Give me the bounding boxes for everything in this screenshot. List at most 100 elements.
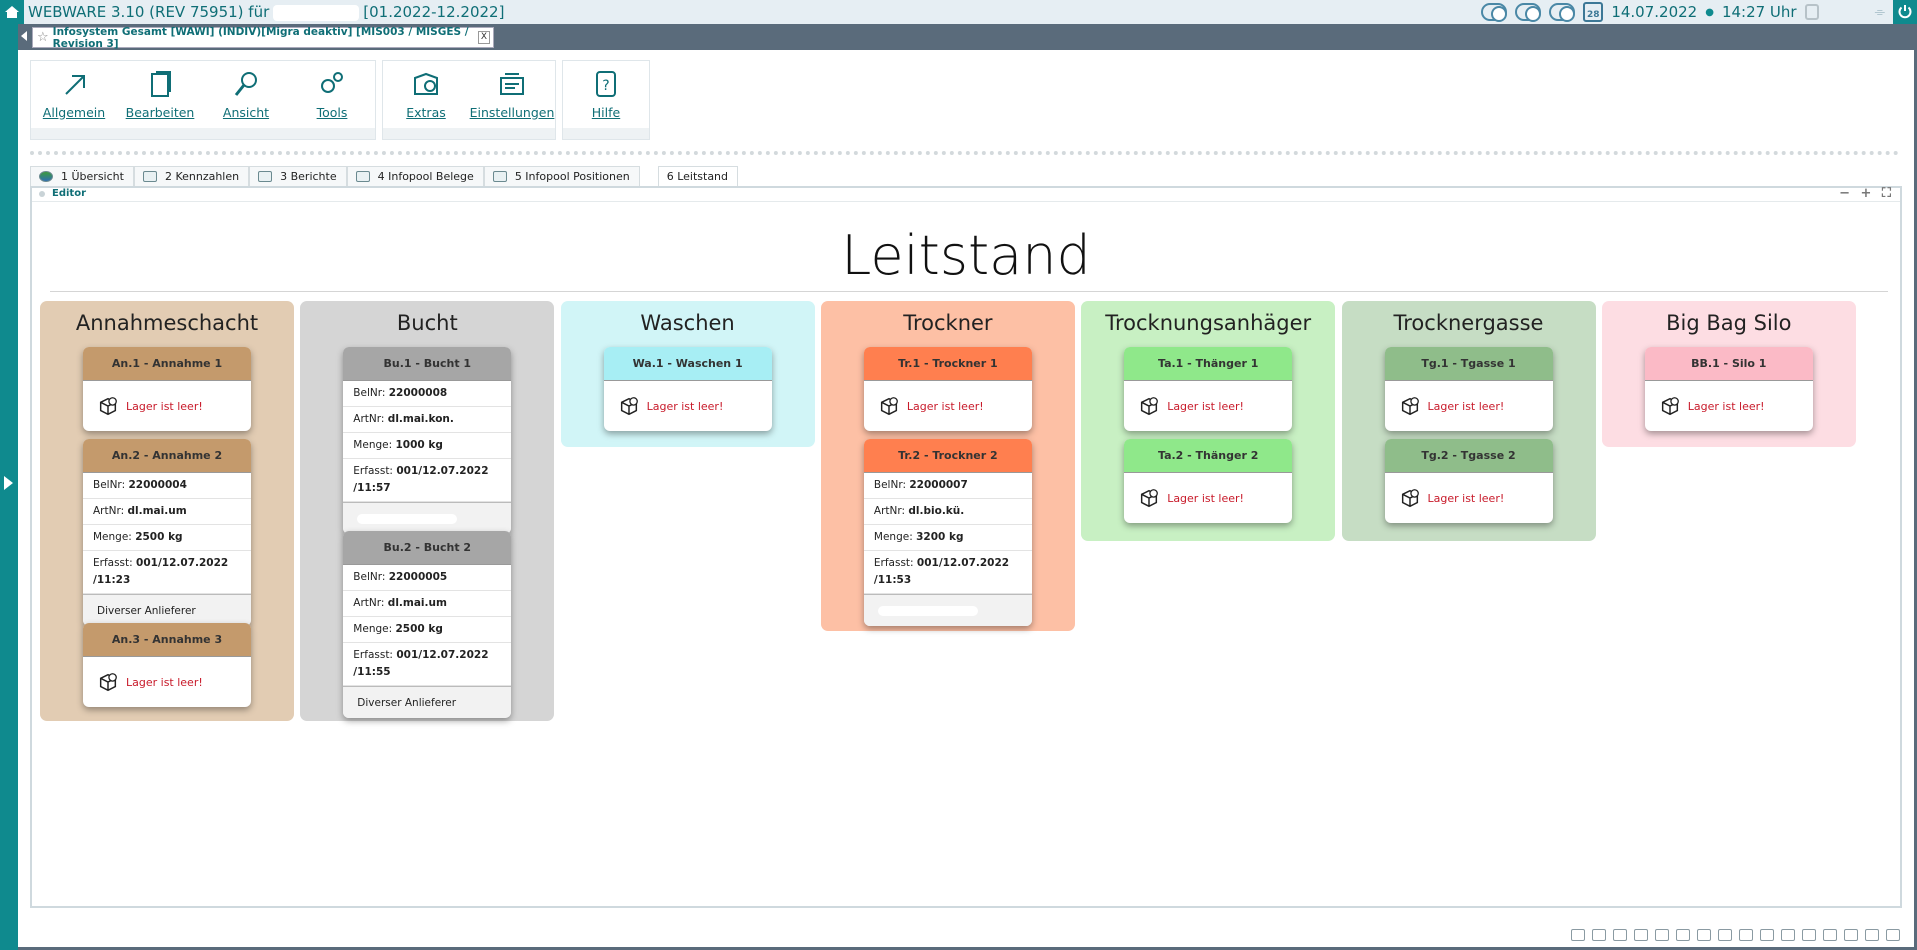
supplier-footer: Diverser Anlieferer xyxy=(343,686,512,718)
ribbon-allgemein-button[interactable]: Allgemein xyxy=(31,61,117,139)
station-card-title: Tr.2 - Trockner 2 xyxy=(863,439,1032,473)
collapse-arrow-icon[interactable] xyxy=(21,31,27,41)
station-card[interactable]: Ta.1 - Thänger 1 Lager ist leer! xyxy=(1124,347,1293,431)
document-tab-title: Infosystem Gesamt [WAWI] (INDIV)[Migra d… xyxy=(52,25,469,50)
status-tool-icon[interactable] xyxy=(1823,929,1837,941)
lane-trocknergasse: Trocknergasse Tg.1 - Tgasse 1 Lager ist le… xyxy=(1341,301,1596,541)
field-value: dl.mai.kon. xyxy=(387,413,454,425)
status-tool-icon[interactable] xyxy=(1844,929,1858,941)
lane-title: Trockner xyxy=(903,311,993,335)
panel-window-controls[interactable]: − + ⛶ xyxy=(1839,186,1894,201)
field-erfasst: Erfasst: 001/12.07.2022 /11:23 xyxy=(83,551,251,594)
station-card[interactable]: An.3 - Annahme 3 Lager ist leer! xyxy=(83,623,251,707)
subtab-label: 4 Infopool Belege xyxy=(377,170,474,183)
subtab-2[interactable]: 2 Kennzahlen xyxy=(133,166,250,186)
ribbon-tools-button[interactable]: Tools xyxy=(289,61,375,139)
subtab-6[interactable]: 6 Leitstand xyxy=(657,166,739,186)
star-icon[interactable]: ☆ xyxy=(37,30,49,45)
field-label: BelNr: xyxy=(353,571,386,583)
status-tool-icon[interactable] xyxy=(1781,929,1795,941)
field-label: Erfasst: xyxy=(353,465,393,477)
ribbon-extras-button[interactable]: Extras xyxy=(383,61,469,139)
field-belnr: BelNr: 22000007 xyxy=(863,473,1032,499)
close-tab-button[interactable]: X xyxy=(478,31,490,44)
document-tab[interactable]: ☆ Infosystem Gesamt [WAWI] (INDIV)[Migra… xyxy=(32,25,494,50)
status-tool-icon[interactable] xyxy=(1802,929,1816,941)
field-label: Erfasst: xyxy=(353,649,393,661)
panel-header: Editor − + ⛶ xyxy=(32,186,1900,202)
subtab-3[interactable]: 3 Berichte xyxy=(249,166,347,186)
subtab-4[interactable]: 4 Infopool Belege xyxy=(346,166,484,186)
subtab-1[interactable]: 1 Übersicht xyxy=(30,166,134,186)
field-menge: Menge: 3200 kg xyxy=(863,525,1032,551)
toggle-icon[interactable] xyxy=(1515,3,1542,22)
station-card[interactable]: BB.1 - Silo 1 Lager ist leer! xyxy=(1644,347,1813,431)
status-tool-icon[interactable] xyxy=(1760,929,1774,941)
station-card[interactable]: Bu.1 - Bucht 1 BelNr: 22000008 ArtNr: dl.m… xyxy=(343,347,512,534)
status-tool-icon[interactable] xyxy=(1571,929,1585,941)
power-icon[interactable] xyxy=(1893,0,1917,24)
expand-arrow-icon[interactable] xyxy=(4,476,13,490)
station-card[interactable]: Wa.1 - Waschen 1 Lager ist leer! xyxy=(603,347,772,431)
station-card-title: BB.1 - Silo 1 xyxy=(1644,347,1813,381)
field-label: ArtNr: xyxy=(353,413,385,425)
ribbon-label: Einstellungen xyxy=(469,105,555,120)
ribbon-ansicht-button[interactable]: Ansicht xyxy=(203,61,289,139)
toggle-icon[interactable] xyxy=(1481,3,1508,22)
field-value: 2500 kg xyxy=(135,531,183,543)
status-tool-icon[interactable] xyxy=(1886,929,1900,941)
station-card-title: Tg.2 - Tgasse 2 xyxy=(1384,439,1553,473)
status-tool-icon[interactable] xyxy=(1739,929,1753,941)
station-card[interactable]: Tr.1 - Trockner 1 Lager ist leer! xyxy=(863,347,1032,431)
status-tool-icon[interactable] xyxy=(1613,929,1627,941)
ribbon-label: Allgemein xyxy=(42,105,106,120)
field-erfasst: Erfasst: 001/12.07.2022 /11:53 xyxy=(863,551,1032,594)
status-tool-icon[interactable] xyxy=(1718,929,1732,941)
ribbon-bearbeiten-button[interactable]: Bearbeiten xyxy=(117,61,203,139)
status-tool-icon[interactable] xyxy=(1592,929,1606,941)
subtab-5[interactable]: 5 Infopool Positionen xyxy=(483,166,640,186)
calendar-icon[interactable]: 28 xyxy=(1583,2,1604,22)
ribbon-hilfe-button[interactable]: ? Hilfe xyxy=(563,61,649,139)
station-card[interactable]: An.1 - Annahme 1 Lager ist leer! xyxy=(83,347,251,431)
empty-stock-message: Lager ist leer! xyxy=(83,381,251,431)
station-card[interactable]: Ta.2 - Thänger 2 Lager ist leer! xyxy=(1124,439,1293,523)
supplier-footer xyxy=(863,594,1032,626)
box-icon xyxy=(99,673,117,692)
lock-icon[interactable] xyxy=(1804,4,1819,20)
home-icon[interactable] xyxy=(0,0,24,24)
separator-dot-icon: ● xyxy=(1705,6,1714,18)
field-label: Menge: xyxy=(353,439,393,451)
empty-stock-message: Lager ist leer! xyxy=(604,381,772,431)
station-card-title: Wa.1 - Waschen 1 xyxy=(603,347,772,381)
station-card[interactable]: Bu.2 - Bucht 2 BelNr: 22000005 ArtNr: dl.m… xyxy=(343,531,512,718)
station-card[interactable]: Tg.1 - Tgasse 1 Lager ist leer! xyxy=(1384,347,1553,431)
empty-text: Lager ist leer! xyxy=(126,399,203,413)
supplier-name: Diverser Anlieferer xyxy=(357,696,457,709)
field-label: BelNr: xyxy=(353,387,386,399)
field-label: Erfasst: xyxy=(873,557,914,569)
magnifier-icon xyxy=(234,72,257,96)
panel-label: Editor xyxy=(52,188,86,199)
field-label: Menge: xyxy=(873,531,913,543)
subtab-label: 5 Infopool Positionen xyxy=(514,170,630,183)
station-card[interactable]: Tr.2 - Trockner 2 BelNr: 22000007 ArtNr: d… xyxy=(863,439,1032,626)
toggle-icon[interactable] xyxy=(1549,3,1576,22)
field-label: ArtNr: xyxy=(93,505,125,517)
ribbon-label: Extras xyxy=(406,105,446,120)
empty-text: Lager ist leer! xyxy=(906,399,984,413)
field-value: 3200 kg xyxy=(916,531,964,543)
status-tool-icon[interactable] xyxy=(1865,929,1879,941)
left-sidebar-handle[interactable] xyxy=(0,24,18,950)
status-tool-icon[interactable] xyxy=(1655,929,1669,941)
station-card[interactable]: An.2 - Annahme 2 BelNr: 22000004 ArtNr: dl… xyxy=(83,439,251,626)
empty-stock-message: Lager ist leer! xyxy=(1385,473,1553,523)
status-tool-icon[interactable] xyxy=(1697,929,1711,941)
glasses-icon[interactable]: ⌯ xyxy=(1875,5,1885,20)
ribbon-einstellungen-button[interactable]: Einstellungen xyxy=(469,61,555,139)
station-card[interactable]: Tg.2 - Tgasse 2 Lager ist leer! xyxy=(1384,439,1553,523)
ribbon-group: Extras Einstellungen xyxy=(382,60,556,140)
empty-stock-message: Lager ist leer! xyxy=(1385,381,1553,431)
status-tool-icon[interactable] xyxy=(1676,929,1690,941)
status-tool-icon[interactable] xyxy=(1634,929,1648,941)
